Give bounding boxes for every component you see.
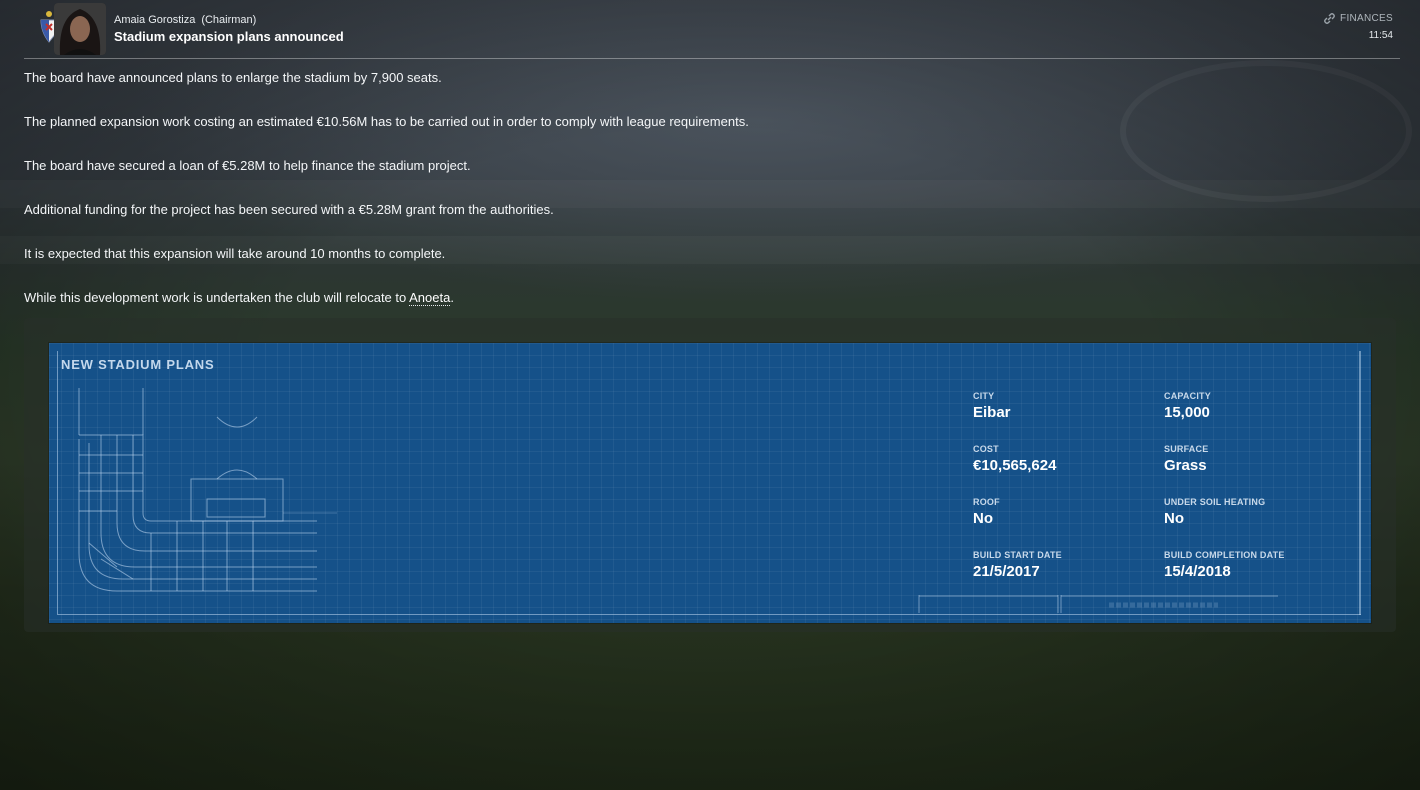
spec-value: No: [1164, 510, 1184, 527]
sender-avatar[interactable]: [54, 3, 106, 55]
paragraph-text: .: [450, 290, 454, 305]
category-label: FINANCES: [1340, 13, 1393, 24]
message-body: The board have announced plans to enlarg…: [24, 70, 1224, 334]
spec-city: CITY Eibar: [973, 391, 1163, 421]
paragraph: The board have announced plans to enlarg…: [24, 70, 442, 85]
spec-value[interactable]: Eibar: [973, 404, 1163, 421]
sender-name[interactable]: Amaia Gorostiza: [114, 14, 195, 26]
stadium-blueprint: NEW STADIUM PLANS CITY Eibar CAPACITY 15…: [49, 343, 1371, 623]
spec-label: CITY: [973, 391, 995, 401]
spec-label: UNDER SOIL HEATING: [1164, 497, 1266, 507]
link-icon: [1324, 13, 1335, 24]
paragraph: The board have secured a loan of €5.28M …: [24, 158, 471, 173]
spec-label: CAPACITY: [1164, 391, 1211, 401]
paragraph: It is expected that this expansion will …: [24, 246, 446, 261]
spec-value: 15/4/2018: [1164, 563, 1231, 580]
spec-label: BUILD COMPLETION DATE: [1164, 550, 1285, 560]
spec-value: Grass: [1164, 457, 1207, 474]
spec-label: BUILD START DATE: [973, 550, 1062, 560]
spec-completion-date: BUILD COMPLETION DATE 15/4/2018: [1164, 550, 1354, 580]
category-tag[interactable]: FINANCES: [1323, 13, 1393, 24]
blueprint-frame-edge: [1359, 351, 1361, 615]
spec-heating: UNDER SOIL HEATING No: [1164, 497, 1354, 527]
blueprint-title-block: [918, 595, 1278, 613]
spec-label: ROOF: [973, 497, 1000, 507]
spec-label: COST: [973, 444, 999, 454]
paragraph: The planned expansion work costing an es…: [24, 114, 749, 129]
blueprint-title: NEW STADIUM PLANS: [61, 357, 215, 372]
spec-value: 15,000: [1164, 404, 1210, 421]
message-title: Stadium expansion plans announced: [114, 29, 344, 44]
spec-capacity: CAPACITY 15,000: [1164, 391, 1354, 421]
spec-cost: COST €10,565,624: [973, 444, 1163, 474]
spec-value: 21/5/2017: [973, 563, 1040, 580]
stadium-link[interactable]: Anoeta: [409, 290, 451, 306]
paragraph-text: While this development work is undertake…: [24, 290, 410, 305]
paragraph: Additional funding for the project has b…: [24, 202, 554, 217]
message-time: 11:54: [1368, 30, 1393, 41]
spec-surface: SURFACE Grass: [1164, 444, 1354, 474]
stadium-drawing: [78, 388, 337, 592]
spec-roof: ROOF No: [973, 497, 1163, 527]
spec-label: SURFACE: [1164, 444, 1209, 454]
sender-line: Amaia Gorostiza (Chairman): [114, 14, 256, 26]
spec-start-date: BUILD START DATE 21/5/2017: [973, 550, 1163, 580]
sender-role: (Chairman): [201, 14, 257, 26]
spec-value: €10,565,624: [973, 457, 1057, 474]
message-header: Amaia Gorostiza (Chairman) Stadium expans…: [24, 0, 1400, 59]
spec-value: No: [973, 510, 993, 527]
